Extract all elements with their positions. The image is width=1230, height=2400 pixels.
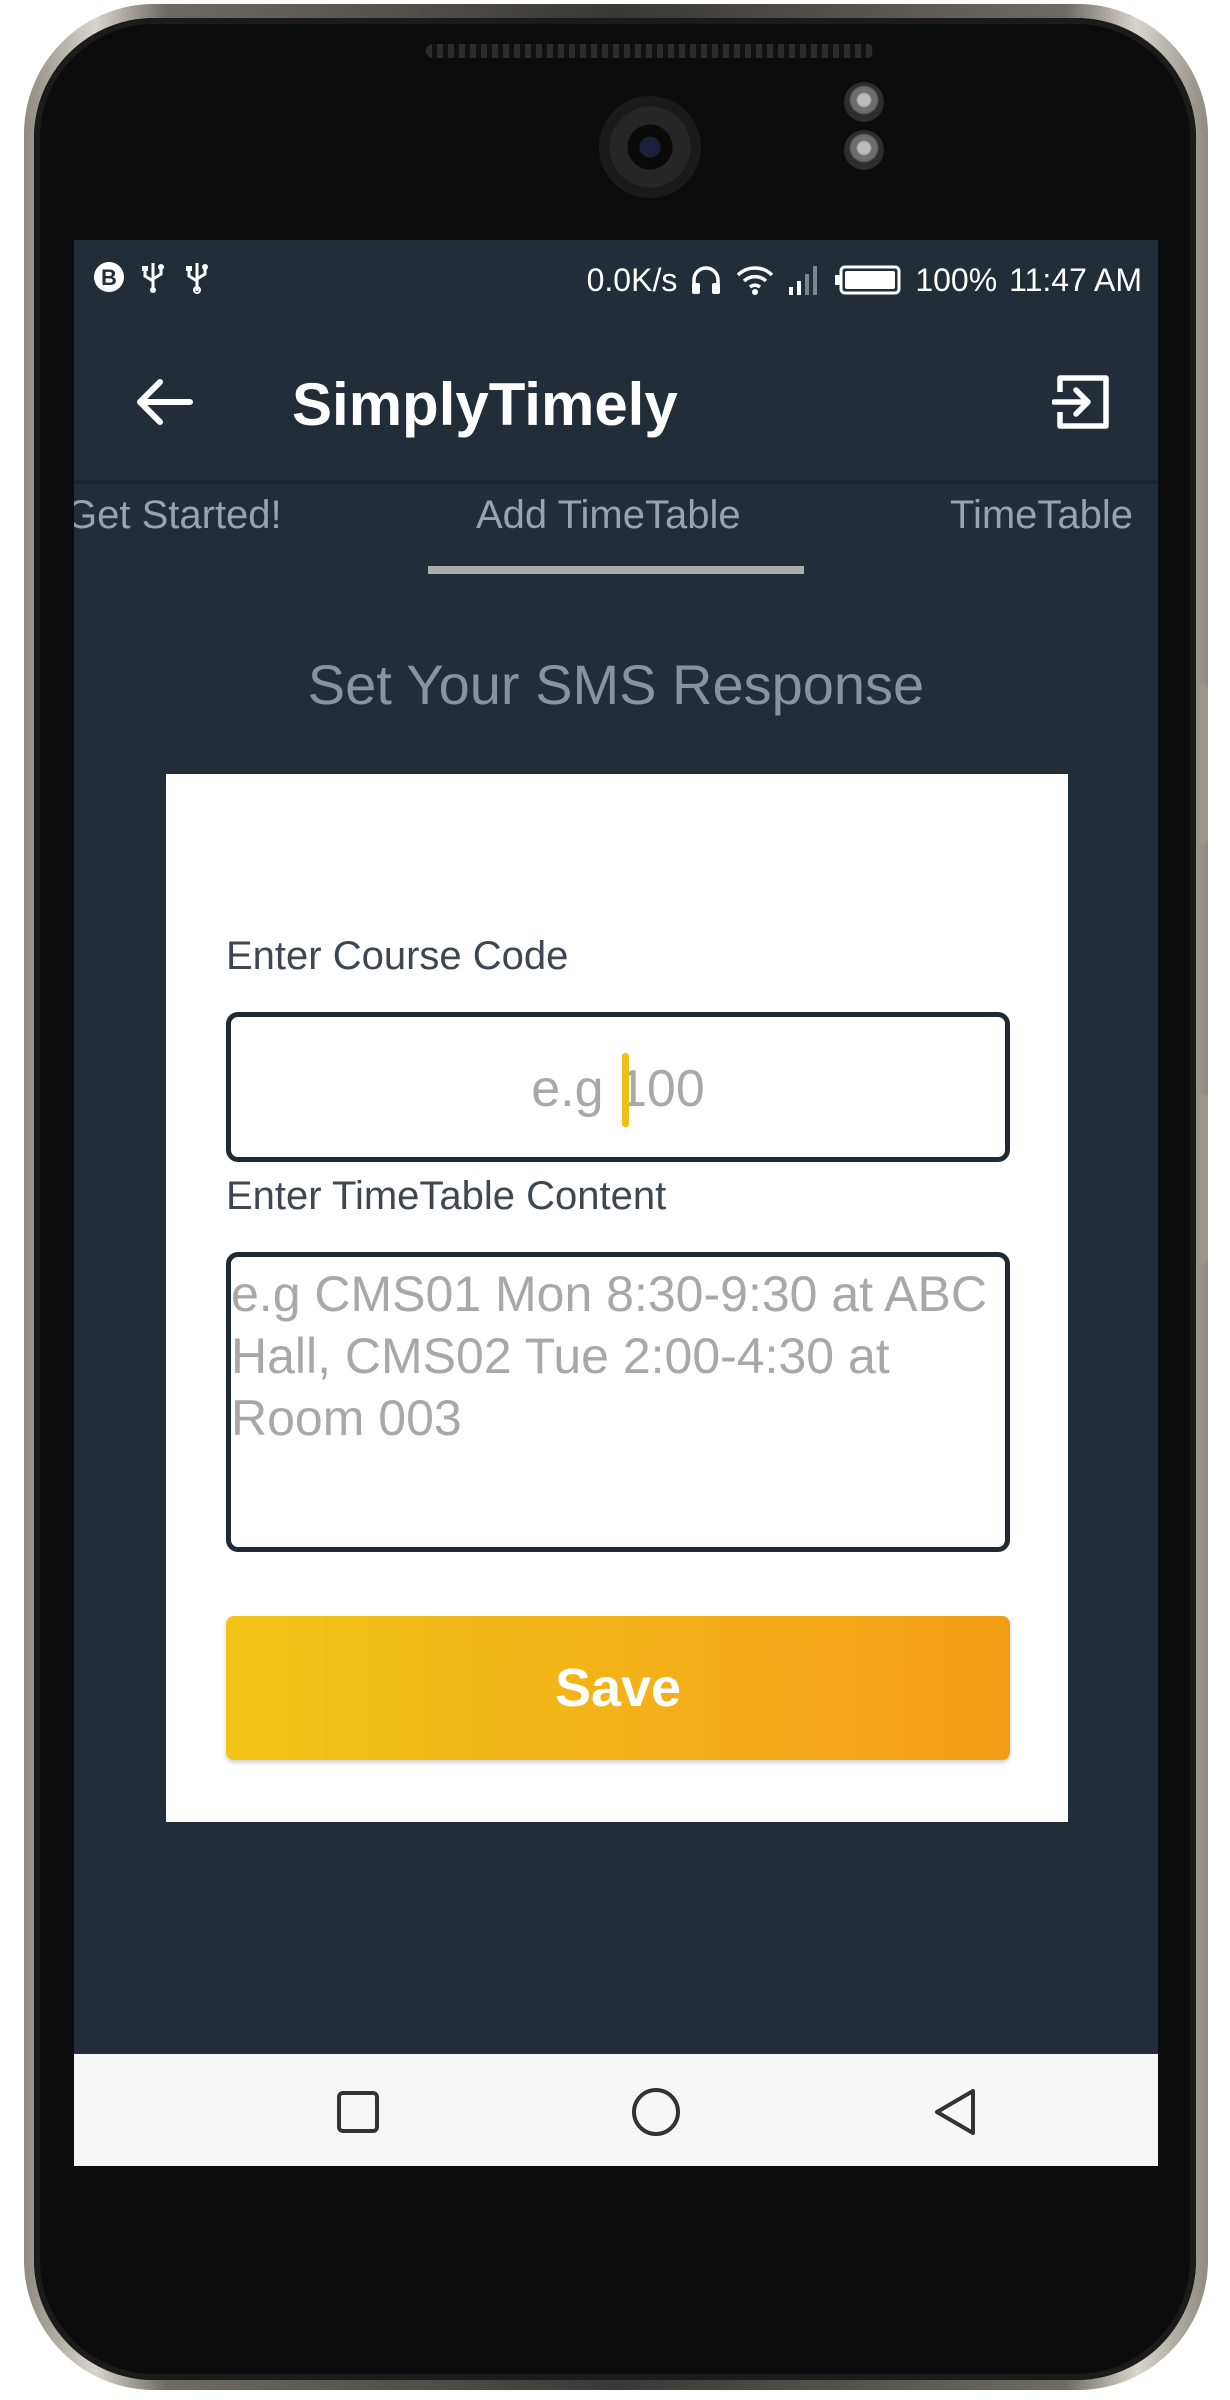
usb-debug-icon xyxy=(180,260,214,303)
exit-icon xyxy=(1052,375,1109,429)
system-back-button[interactable] xyxy=(916,2072,996,2152)
system-nav-bar xyxy=(74,2054,1158,2166)
timetable-content-placeholder: e.g CMS01 Mon 8:30-9:30 at ABC Hall, CMS… xyxy=(231,1266,987,1446)
form-card: Enter Course Code e.g 100 Enter TimeTabl… xyxy=(166,774,1068,1822)
arrow-left-icon xyxy=(137,379,193,425)
back-button[interactable] xyxy=(124,362,204,442)
app-screen: B 0.0K/s 100% 11:47 AM SimplyTimely Get … xyxy=(74,240,1158,2166)
tab-indicator xyxy=(428,566,804,574)
course-code-placeholder: e.g 100 xyxy=(531,1060,705,1118)
text-cursor xyxy=(622,1053,629,1127)
earpiece-speaker xyxy=(426,44,874,58)
front-camera xyxy=(599,96,701,198)
battery-percentage: 100% xyxy=(915,262,998,298)
app-title: SimplyTimely xyxy=(292,371,678,438)
battery-icon xyxy=(833,263,903,297)
tab-add-timetable[interactable]: Add TimeTable xyxy=(476,490,741,540)
course-code-input[interactable]: e.g 100 xyxy=(226,1012,1010,1162)
system-status: 0.0K/s 100% 11:47 AM xyxy=(587,258,1142,302)
circle-icon xyxy=(632,2088,680,2136)
course-code-label: Enter Course Code xyxy=(226,934,569,978)
recent-apps-button[interactable] xyxy=(318,2072,398,2152)
clock: 11:47 AM xyxy=(1009,262,1142,298)
svg-text:B: B xyxy=(101,265,117,290)
light-sensor xyxy=(844,130,884,170)
timetable-content-label: Enter TimeTable Content xyxy=(226,1174,667,1218)
tab-get-started[interactable]: Get Started! xyxy=(74,490,282,540)
wifi-icon xyxy=(735,263,775,297)
usb-icon xyxy=(136,260,170,303)
b-circle-icon: B xyxy=(92,260,126,303)
notification-icons: B xyxy=(92,260,214,303)
tab-timetable[interactable]: TimeTable xyxy=(950,490,1133,540)
save-button[interactable]: Save xyxy=(226,1616,1010,1760)
status-bar: B 0.0K/s 100% 11:47 AM xyxy=(74,240,1158,320)
home-button[interactable] xyxy=(616,2072,696,2152)
triangle-back-icon xyxy=(935,2089,975,2135)
headphones-icon xyxy=(689,263,723,297)
app-bar: SimplyTimely xyxy=(74,320,1158,480)
timetable-content-textarea[interactable]: e.g CMS01 Mon 8:30-9:30 at ABC Hall, CMS… xyxy=(226,1252,1010,1552)
proximity-sensor xyxy=(844,82,884,122)
page-heading: Set Your SMS Response xyxy=(307,653,925,716)
power-button xyxy=(1194,1094,1208,1264)
network-speed: 0.0K/s xyxy=(586,262,678,298)
volume-button xyxy=(1194,684,1208,844)
signal-icon xyxy=(787,263,821,297)
logout-button[interactable] xyxy=(1042,362,1122,442)
square-icon xyxy=(337,2091,379,2133)
